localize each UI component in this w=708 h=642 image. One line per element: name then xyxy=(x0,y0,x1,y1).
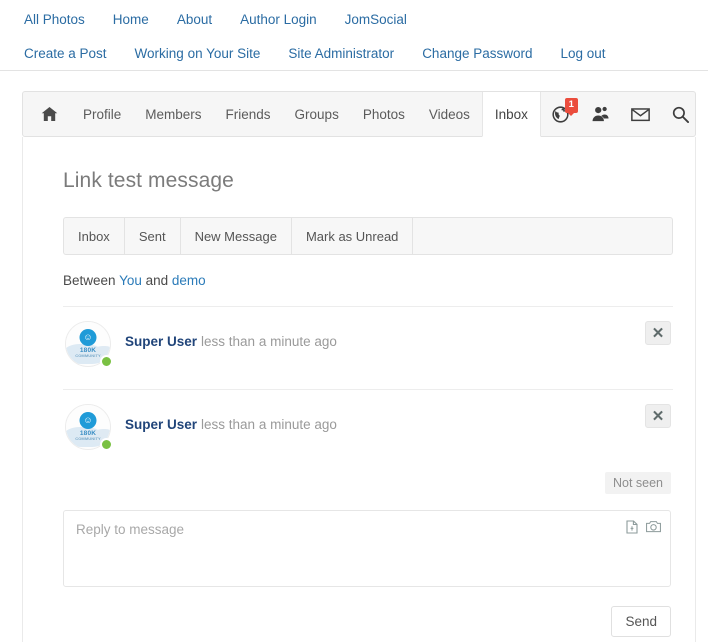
menu-link-site-administrator[interactable]: Site Administrator xyxy=(288,46,394,61)
participant-you[interactable]: You xyxy=(119,273,142,288)
nav-label: Inbox xyxy=(494,106,528,122)
nav-item-inbox[interactable]: Inbox xyxy=(481,92,541,137)
table-row: ☺ 180K COMMUNITY Super User less than a m… xyxy=(63,389,673,472)
send-row: Send xyxy=(45,606,671,637)
menu-link-change-password[interactable]: Change Password xyxy=(422,46,532,61)
page-title: Link test message xyxy=(63,169,234,192)
message-timestamp: less than a minute ago xyxy=(201,417,337,432)
participant-other[interactable]: demo xyxy=(172,273,206,288)
globe-notifications-button[interactable]: 1 xyxy=(541,92,580,136)
nav-label: Members xyxy=(145,106,202,122)
conversation-participants: Between You and demo xyxy=(63,273,673,288)
message-timestamp: less than a minute ago xyxy=(201,334,337,349)
subtab-label: Inbox xyxy=(78,228,110,244)
subtab-inbox[interactable]: Inbox xyxy=(64,218,125,254)
smiley-icon: ☺ xyxy=(79,412,97,429)
reply-area xyxy=(63,510,671,592)
subtab-label: Sent xyxy=(138,228,166,244)
between-and: and xyxy=(145,273,169,288)
avatar[interactable]: ☺ 180K COMMUNITY xyxy=(65,404,113,451)
online-status-dot xyxy=(100,438,113,451)
nav-label: Groups xyxy=(294,106,339,122)
menu-link-working-on-your-site[interactable]: Working on Your Site xyxy=(135,46,261,61)
status-row: Not seen xyxy=(63,472,671,494)
menu-link-author-login[interactable]: Author Login xyxy=(240,12,317,27)
message-meta: Super User less than a minute ago xyxy=(125,404,673,432)
messages-button[interactable] xyxy=(620,92,661,136)
home-icon xyxy=(41,106,58,122)
camera-icon[interactable] xyxy=(646,520,661,534)
site-top-menus: All Photos Home About Author Login JomSo… xyxy=(0,0,708,71)
reply-input[interactable] xyxy=(63,510,671,587)
nav-label: Photos xyxy=(362,106,405,122)
reply-attachment-icons xyxy=(626,520,661,534)
nav-item-profile[interactable]: Profile xyxy=(71,92,133,136)
online-status-dot xyxy=(100,355,113,368)
nav-item-groups[interactable]: Groups xyxy=(283,92,351,136)
inbox-subtab-bar: Inbox Sent New Message Mark as Unread xyxy=(63,217,673,255)
table-row: ☺ 180K COMMUNITY Super User less than a m… xyxy=(63,306,673,389)
nav-item-photos[interactable]: Photos xyxy=(351,92,417,136)
friend-requests-button[interactable] xyxy=(580,92,620,136)
friends-requests-icon xyxy=(591,106,609,122)
logout-button[interactable] xyxy=(700,92,708,136)
send-button[interactable]: Send xyxy=(611,606,671,637)
menu-link-about[interactable]: About xyxy=(177,12,212,27)
avatar[interactable]: ☺ 180K COMMUNITY xyxy=(65,321,113,368)
delete-message-button[interactable]: ✕ xyxy=(645,321,671,345)
subtab-label: Mark as Unread xyxy=(305,228,399,244)
search-button[interactable] xyxy=(661,92,700,136)
subtab-mark-as-unread[interactable]: Mark as Unread xyxy=(292,218,414,254)
message-author: Super User xyxy=(125,417,198,432)
nav-item-friends[interactable]: Friends xyxy=(214,92,283,136)
inbox-panel: Link test message Inbox Sent New Message… xyxy=(22,137,696,642)
smiley-icon: ☺ xyxy=(79,329,97,346)
subtab-label: New Message xyxy=(194,228,277,244)
between-prefix: Between xyxy=(63,273,116,288)
nav-label: Profile xyxy=(83,106,122,122)
primary-menu-row: All Photos Home About Author Login JomSo… xyxy=(0,0,708,34)
status-badge: Not seen xyxy=(604,472,671,494)
subtab-sent[interactable]: Sent xyxy=(125,218,181,254)
subtab-new-message[interactable]: New Message xyxy=(181,218,292,254)
menu-link-all-photos[interactable]: All Photos xyxy=(24,12,85,27)
file-attachment-icon[interactable] xyxy=(626,520,638,534)
menu-link-jomsocial[interactable]: JomSocial xyxy=(345,12,407,27)
subtab-filler xyxy=(413,218,672,254)
message-author: Super User xyxy=(125,334,198,349)
close-icon: ✕ xyxy=(651,407,665,425)
nav-home-button[interactable] xyxy=(23,92,71,136)
menu-link-home[interactable]: Home xyxy=(113,12,149,27)
close-icon: ✕ xyxy=(651,324,665,342)
nav-item-members[interactable]: Members xyxy=(133,92,213,136)
community-nav-bar: Profile Members Friends Groups Photos Vi… xyxy=(22,91,696,137)
search-icon xyxy=(672,106,689,123)
nav-item-videos[interactable]: Videos xyxy=(417,92,482,136)
nav-label: Friends xyxy=(225,106,271,122)
message-meta: Super User less than a minute ago xyxy=(125,321,673,349)
nav-label: Videos xyxy=(428,106,470,122)
menu-link-create-a-post[interactable]: Create a Post xyxy=(24,46,107,61)
notification-badge: 1 xyxy=(564,98,578,115)
menu-link-log-out[interactable]: Log out xyxy=(561,46,606,61)
secondary-menu-row: Create a Post Working on Your Site Site … xyxy=(0,36,708,70)
messages-envelope-icon xyxy=(631,107,650,122)
delete-message-button[interactable]: ✕ xyxy=(645,404,671,428)
community-app: Profile Members Friends Groups Photos Vi… xyxy=(22,91,696,642)
message-list: ☺ 180K COMMUNITY Super User less than a m… xyxy=(63,306,673,472)
